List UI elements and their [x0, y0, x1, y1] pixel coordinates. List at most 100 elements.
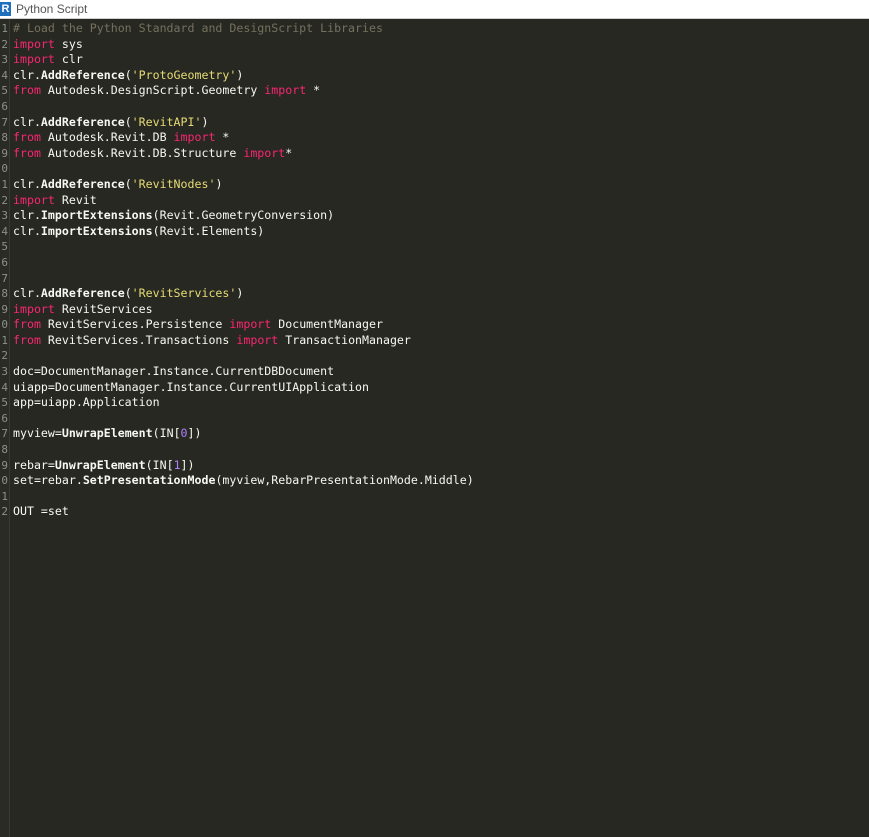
- code-token: AddReference: [40, 286, 125, 301]
- code-line[interactable]: clr.ImportExtensions(Revit.GeometryConve…: [13, 208, 869, 224]
- code-token: AddReference: [40, 114, 125, 129]
- code-line[interactable]: [13, 348, 869, 364]
- line-number: 7: [1, 115, 8, 129]
- code-line[interactable]: doc=DocumentManager.Instance.CurrentDBDo…: [13, 364, 869, 380]
- code-token: 'ProtoGeometry': [131, 67, 237, 82]
- line-number: 6: [1, 411, 8, 425]
- code-line[interactable]: uiapp=DocumentManager.Instance.CurrentUI…: [13, 380, 869, 396]
- line-number: 8: [1, 287, 8, 301]
- code-line[interactable]: OUT =set: [13, 504, 869, 520]
- code-token: AddReference: [40, 176, 125, 191]
- code-token: from: [13, 83, 41, 98]
- code-line[interactable]: [13, 239, 869, 255]
- code-token: 'RevitAPI': [131, 114, 202, 129]
- code-token: UnwrapElement: [54, 457, 146, 472]
- line-number: 6: [1, 255, 8, 269]
- line-number: 1: [1, 489, 8, 503]
- code-token: import: [264, 83, 307, 98]
- line-number: 6: [1, 99, 8, 113]
- line-number: 5: [1, 84, 8, 98]
- code-token: Autodesk.Revit.DB.Structure: [40, 145, 244, 160]
- code-token: import: [236, 332, 279, 347]
- code-token: set=rebar.: [13, 473, 83, 488]
- code-token: ): [215, 176, 223, 191]
- code-line[interactable]: [13, 489, 869, 505]
- code-token: RevitServices: [54, 301, 153, 316]
- line-number: 2: [1, 349, 8, 363]
- code-line[interactable]: set=rebar.SetPresentationMode(myview,Reb…: [13, 473, 869, 489]
- code-token: (myview,RebarPresentationMode.Middle): [215, 473, 474, 488]
- code-token: *: [306, 83, 321, 98]
- code-line[interactable]: from Autodesk.Revit.DB.Structure import*: [13, 146, 869, 162]
- code-line[interactable]: myview=UnwrapElement(IN[0]): [13, 426, 869, 442]
- code-line[interactable]: from RevitServices.Persistence import Do…: [13, 317, 869, 333]
- code-line[interactable]: import clr: [13, 52, 869, 68]
- code-line[interactable]: import Revit: [13, 193, 869, 209]
- code-line[interactable]: [13, 442, 869, 458]
- code-line[interactable]: clr.AddReference('RevitServices'): [13, 286, 869, 302]
- code-token: 'RevitServices': [131, 286, 237, 301]
- code-token: DocumentManager: [271, 317, 383, 332]
- code-line[interactable]: [13, 271, 869, 287]
- code-token: (IN[: [145, 457, 174, 472]
- code-token: ): [236, 286, 244, 301]
- code-line[interactable]: [13, 255, 869, 271]
- code-token: (: [124, 176, 132, 191]
- line-number: 0: [1, 318, 8, 332]
- line-number: 9: [1, 146, 8, 160]
- line-number: 1: [1, 177, 8, 191]
- code-line[interactable]: clr.AddReference('ProtoGeometry'): [13, 68, 869, 84]
- code-token: import: [243, 145, 286, 160]
- code-line[interactable]: clr.AddReference('RevitNodes'): [13, 177, 869, 193]
- line-number: 2: [1, 193, 8, 207]
- code-line[interactable]: rebar=UnwrapElement(IN[1]): [13, 458, 869, 474]
- code-line[interactable]: app=uiapp.Application: [13, 395, 869, 411]
- code-token: (: [124, 114, 132, 129]
- code-editor[interactable]: 12345678901234567890123456789012 # Load …: [0, 19, 869, 837]
- code-token: (Revit.Elements): [152, 223, 265, 238]
- code-token: import: [229, 317, 272, 332]
- code-token: UnwrapElement: [61, 426, 153, 441]
- code-line[interactable]: import RevitServices: [13, 302, 869, 318]
- code-line[interactable]: [13, 411, 869, 427]
- code-token: ): [236, 67, 244, 82]
- code-token: (: [124, 67, 132, 82]
- code-token: (Revit.GeometryConversion): [152, 208, 335, 223]
- line-number: 5: [1, 240, 8, 254]
- code-token: ): [201, 114, 209, 129]
- line-number: 2: [1, 505, 8, 519]
- code-token: ImportExtensions: [40, 208, 153, 223]
- line-number: 0: [1, 162, 8, 176]
- code-area[interactable]: # Load the Python Standard and DesignScr…: [13, 21, 869, 520]
- code-token: TransactionManager: [278, 332, 411, 347]
- code-token: import: [173, 130, 216, 145]
- line-number: 3: [1, 365, 8, 379]
- code-line[interactable]: clr.AddReference('RevitAPI'): [13, 115, 869, 131]
- title-bar: R Python Script: [0, 0, 869, 19]
- revit-r-icon: R: [0, 2, 11, 16]
- code-token: ImportExtensions: [40, 223, 153, 238]
- code-token: clr.: [13, 67, 41, 82]
- line-number: 3: [1, 53, 8, 67]
- line-number: 4: [1, 380, 8, 394]
- line-number: 0: [1, 474, 8, 488]
- line-number: 2: [1, 37, 8, 51]
- code-line[interactable]: # Load the Python Standard and DesignScr…: [13, 21, 869, 37]
- code-token: from: [13, 145, 41, 160]
- code-token: (IN[: [152, 426, 181, 441]
- code-line[interactable]: [13, 99, 869, 115]
- code-line[interactable]: import sys: [13, 37, 869, 53]
- code-token: clr.: [13, 114, 41, 129]
- code-token: clr.: [13, 176, 41, 191]
- code-token: Autodesk.Revit.DB: [40, 130, 174, 145]
- code-line[interactable]: from Autodesk.DesignScript.Geometry impo…: [13, 83, 869, 99]
- code-line[interactable]: from Autodesk.Revit.DB import *: [13, 130, 869, 146]
- code-line[interactable]: from RevitServices.Transactions import T…: [13, 333, 869, 349]
- line-number: 4: [1, 224, 8, 238]
- code-token: OUT =set: [13, 504, 69, 519]
- code-line[interactable]: [13, 161, 869, 177]
- line-number: 4: [1, 68, 8, 82]
- code-line[interactable]: clr.ImportExtensions(Revit.Elements): [13, 224, 869, 240]
- code-token: RevitServices.Persistence: [40, 317, 230, 332]
- window-title: Python Script: [16, 2, 88, 16]
